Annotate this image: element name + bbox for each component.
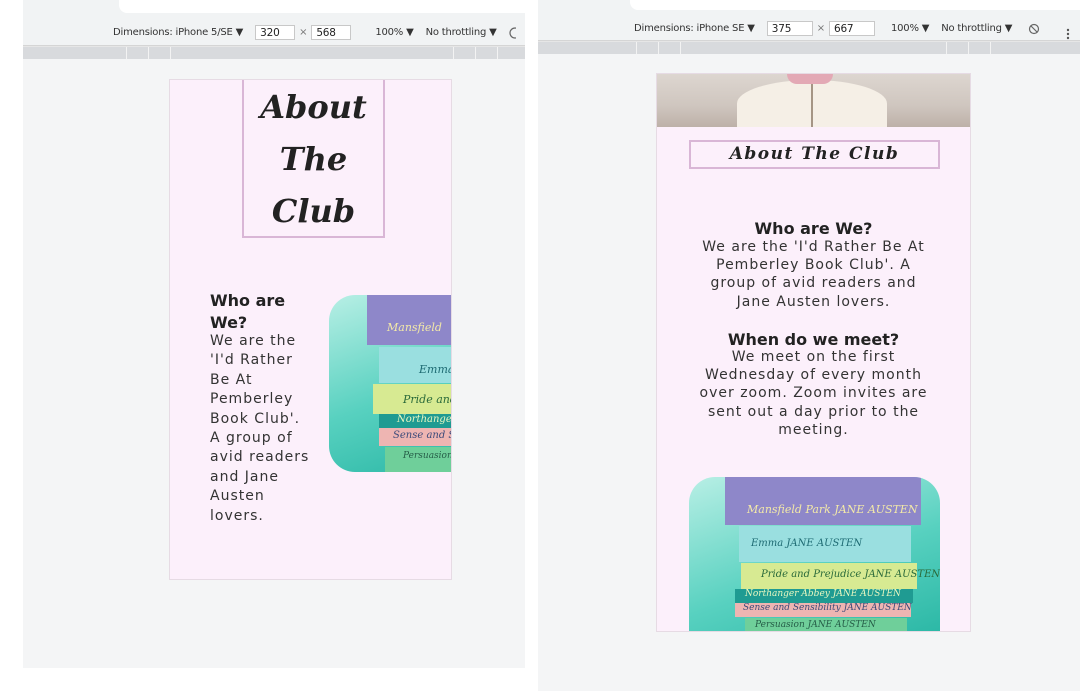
left-width-input[interactable]: 320 xyxy=(255,25,296,40)
left-book-1: Mansfield xyxy=(367,295,451,345)
rotate-icon[interactable] xyxy=(1028,23,1040,35)
left-devtools-toolbar: Dimensions: iPhone 5/SE ▼ 320 × 568 100%… xyxy=(23,0,525,46)
right-devtools-toolbar: Dimensions: iPhone SE ▼ 375 × 667 100% ▼… xyxy=(538,0,1080,41)
right-zoom-select[interactable]: 100% ▼ xyxy=(891,23,929,34)
right-book-6: Persuasion JANE AUSTEN xyxy=(745,618,907,631)
left-title-box: About The Club xyxy=(242,80,385,238)
right-browser-nav-fragment xyxy=(538,0,1080,10)
left-who-heading: Who are We? xyxy=(210,291,286,332)
left-book-5: Sense and Se xyxy=(379,428,451,446)
left-title-line-2: The xyxy=(279,140,348,178)
left-url-bar-fragment xyxy=(119,0,525,13)
right-books-image: Mansfield Park JANE AUSTEN Emma JANE AUS… xyxy=(689,477,940,631)
left-book-3: Pride and xyxy=(373,384,451,414)
left-device-select[interactable]: Dimensions: iPhone 5/SE ▼ xyxy=(113,27,243,38)
left-media-query-ruler xyxy=(23,46,525,59)
left-title-line-3: Club xyxy=(271,192,356,230)
right-title-box: About The Club xyxy=(689,140,940,169)
right-device-select[interactable]: Dimensions: iPhone SE ▼ xyxy=(634,23,755,34)
right-book-1: Mansfield Park JANE AUSTEN xyxy=(725,477,921,525)
right-book-4: Northanger Abbey JANE AUSTEN xyxy=(735,589,913,603)
right-book-2: Emma JANE AUSTEN xyxy=(739,526,911,562)
right-height-input[interactable]: 667 xyxy=(828,21,875,36)
right-hero-book-image xyxy=(657,74,970,127)
right-when-body: We meet on the first Wednesday of every … xyxy=(699,349,928,438)
rotate-icon[interactable] xyxy=(507,26,516,39)
left-books-image: Mansfield Emma Pride and Northanger Sens… xyxy=(329,295,451,472)
left-book-2: Emma xyxy=(379,347,451,383)
right-media-query-ruler xyxy=(538,41,1080,54)
more-vertical-icon[interactable] xyxy=(1066,23,1070,42)
right-book-3: Pride and Prejudice JANE AUSTEN xyxy=(741,563,940,589)
left-throttle-select[interactable]: No throttling ▼ xyxy=(426,27,497,38)
right-title: About The Club xyxy=(729,144,900,164)
left-who-body: We are the 'I'd Rather Be At Pemberley B… xyxy=(210,333,310,524)
left-height-input[interactable]: 568 xyxy=(311,25,352,40)
right-phone-page: About The Club Who are We? We are the 'I… xyxy=(656,73,971,632)
left-phone-page: About The Club Who are We? We are the 'I… xyxy=(169,79,452,580)
right-when-heading: When do we meet? xyxy=(727,330,900,349)
right-book-5: Sense and Sensibility JANE AUSTEN xyxy=(735,603,912,617)
right-who-body: We are the 'I'd Rather Be At Pemberley B… xyxy=(702,239,925,310)
left-times-sign: × xyxy=(299,27,308,38)
left-book-6: Persuasion xyxy=(385,447,451,472)
left-title-line-1: About xyxy=(260,88,367,126)
right-throttle-select[interactable]: No throttling ▼ xyxy=(941,23,1012,34)
right-width-input[interactable]: 375 xyxy=(766,21,813,36)
left-zoom-select[interactable]: 100% ▼ xyxy=(375,27,413,38)
right-times-sign: × xyxy=(816,23,825,34)
left-book-4: Northanger xyxy=(379,414,451,428)
right-who-heading: Who are We? xyxy=(754,219,873,238)
